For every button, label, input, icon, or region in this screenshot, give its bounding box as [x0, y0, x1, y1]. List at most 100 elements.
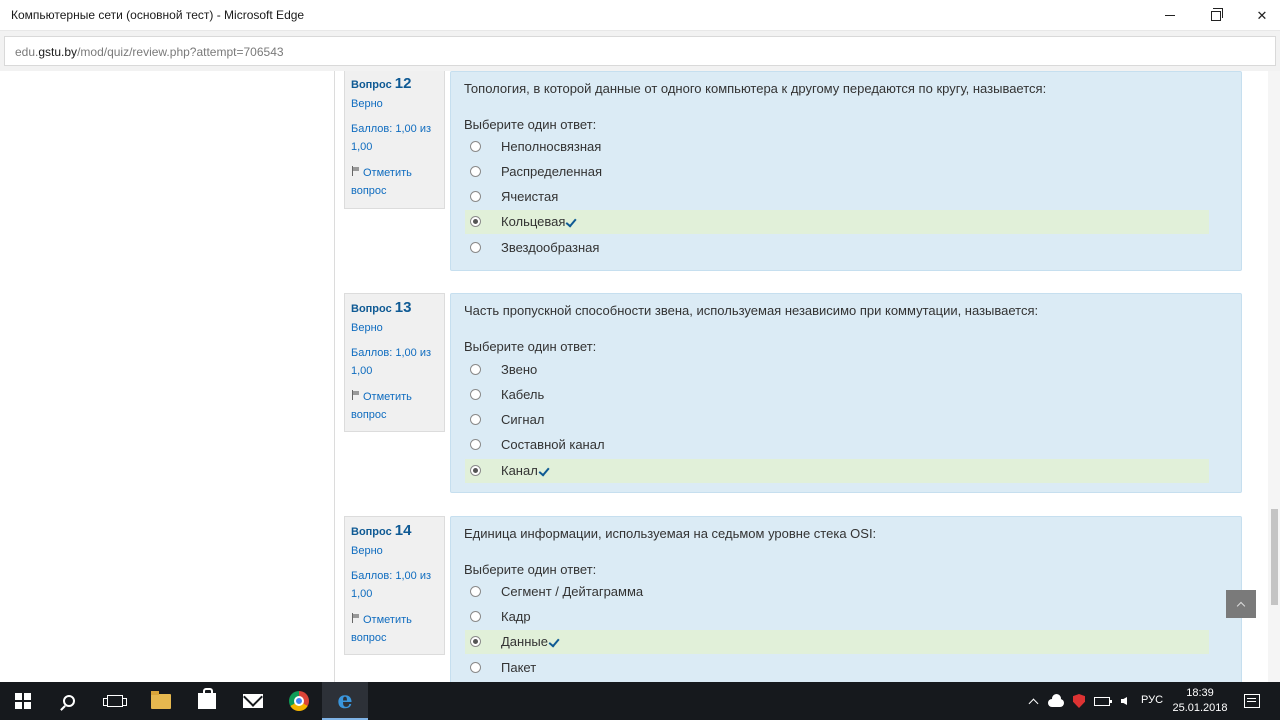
radio-button[interactable] — [470, 141, 481, 152]
speaker-icon — [1121, 697, 1127, 705]
windows-logo-icon — [15, 693, 31, 709]
task-view-button[interactable] — [92, 682, 138, 720]
radio-button[interactable] — [470, 414, 481, 425]
edge-button[interactable]: e — [322, 682, 368, 720]
flag-question-link[interactable]: Отметить вопрос — [351, 611, 438, 647]
answer-prompt: Выберите один ответ: — [464, 339, 597, 354]
maximize-button[interactable] — [1193, 0, 1239, 31]
question-info: Вопрос 12 Верно Баллов: 1,00 из 1,00 Отм… — [344, 71, 445, 209]
minimize-icon — [1165, 15, 1175, 16]
store-button[interactable] — [184, 682, 230, 720]
answer-prompt: Выберите один ответ: — [464, 562, 597, 577]
file-explorer-button[interactable] — [138, 682, 184, 720]
correct-check-icon — [566, 218, 578, 226]
question-grade: Баллов: 1,00 из 1,00 — [351, 123, 432, 153]
correct-check-icon — [539, 467, 551, 475]
battery-icon — [1094, 696, 1112, 706]
task-view-icon — [103, 695, 127, 707]
answer-option[interactable]: Звено — [465, 358, 1209, 382]
radio-button-checked[interactable] — [470, 465, 481, 476]
answer-option[interactable]: Кадр — [465, 605, 1209, 629]
answer-option[interactable]: Сегмент / Дейтаграмма — [465, 580, 1209, 604]
volume-tray[interactable] — [1116, 682, 1132, 720]
question-text: Часть пропускной способности звена, испо… — [464, 303, 1039, 318]
back-to-top-button[interactable] — [1226, 590, 1256, 618]
onedrive-tray[interactable] — [1046, 682, 1066, 720]
question-info: Вопрос 14 Верно Баллов: 1,00 из 1,00 Отм… — [344, 516, 445, 655]
url-text: edu.gstu.by/mod/quiz/review.php?attempt=… — [15, 45, 284, 59]
antivirus-tray[interactable] — [1070, 682, 1088, 720]
clock[interactable]: 18:39 25.01.2018 — [1164, 686, 1236, 716]
chrome-button[interactable] — [276, 682, 322, 720]
battery-tray[interactable] — [1092, 682, 1112, 720]
minimize-button[interactable] — [1147, 0, 1193, 31]
question-state: Верно — [351, 545, 383, 557]
answer-option[interactable]: Составной канал — [465, 433, 1209, 457]
close-button[interactable]: ✕ — [1239, 0, 1280, 31]
radio-button[interactable] — [470, 586, 481, 597]
language-indicator[interactable]: РУС — [1141, 694, 1163, 706]
notification-icon — [1244, 694, 1260, 708]
answer-option[interactable]: Распределенная — [465, 160, 1209, 184]
chevron-up-icon — [1028, 698, 1038, 708]
clock-time: 18:39 — [1186, 687, 1214, 699]
column-divider — [334, 71, 335, 682]
answer-option[interactable]: Пакет — [465, 656, 1209, 680]
radio-button[interactable] — [470, 364, 481, 375]
question-number: Вопрос 12 — [351, 75, 412, 92]
answer-option-selected[interactable]: Кольцевая — [465, 210, 1209, 234]
page-content: Вопрос 12 Верно Баллов: 1,00 из 1,00 Отм… — [0, 71, 1268, 682]
answer-option[interactable]: Ячеистая — [465, 185, 1209, 209]
answer-option[interactable]: Сигнал — [465, 408, 1209, 432]
close-icon: ✕ — [1256, 7, 1268, 23]
start-button[interactable] — [0, 682, 46, 720]
window-title: Компьютерные сети (основной тест) - Micr… — [11, 8, 305, 22]
answer-option-selected[interactable]: Данные — [465, 630, 1209, 654]
mail-button[interactable] — [230, 682, 276, 720]
correct-check-icon — [549, 638, 561, 646]
edge-icon: e — [337, 685, 353, 714]
scrollbar-thumb[interactable] — [1271, 509, 1278, 605]
radio-button[interactable] — [470, 166, 481, 177]
answer-prompt: Выберите один ответ: — [464, 117, 597, 132]
question-state: Верно — [351, 322, 383, 334]
clock-date: 25.01.2018 — [1172, 702, 1228, 714]
search-icon — [63, 695, 75, 707]
question-content: Часть пропускной способности звена, испо… — [450, 293, 1242, 493]
cloud-icon — [1048, 694, 1064, 707]
folder-icon — [151, 690, 171, 709]
radio-button[interactable] — [470, 439, 481, 450]
vertical-scrollbar[interactable] — [1268, 71, 1280, 682]
radio-button[interactable] — [470, 242, 481, 253]
question-content: Единица информации, используемая на седь… — [450, 516, 1242, 682]
url-input[interactable]: edu.gstu.by/mod/quiz/review.php?attempt=… — [4, 36, 1276, 66]
window-titlebar: Компьютерные сети (основной тест) - Micr… — [0, 0, 1280, 31]
question-grade: Баллов: 1,00 из 1,00 — [351, 347, 432, 377]
flag-question-link[interactable]: Отметить вопрос — [351, 164, 438, 200]
store-icon — [198, 688, 216, 709]
answer-option[interactable]: Кабель — [465, 383, 1209, 407]
question-text: Единица информации, используемая на седь… — [464, 526, 877, 541]
show-hidden-icons-button[interactable] — [1024, 682, 1042, 720]
question-state: Верно — [351, 98, 383, 110]
flag-icon — [351, 166, 360, 176]
answer-option-selected[interactable]: Канал — [465, 459, 1209, 483]
restore-icon — [1211, 7, 1223, 21]
mail-icon — [243, 694, 263, 708]
search-button[interactable] — [46, 682, 92, 720]
radio-button[interactable] — [470, 191, 481, 202]
question-grade: Баллов: 1,00 из 1,00 — [351, 570, 432, 600]
radio-button-checked[interactable] — [470, 636, 481, 647]
flag-icon — [351, 390, 360, 400]
answer-option[interactable]: Неполносвязная — [465, 135, 1209, 159]
flag-question-link[interactable]: Отметить вопрос — [351, 388, 438, 424]
question-info: Вопрос 13 Верно Баллов: 1,00 из 1,00 Отм… — [344, 293, 445, 432]
radio-button[interactable] — [470, 611, 481, 622]
radio-button-checked[interactable] — [470, 216, 481, 227]
answer-option[interactable]: Звездообразная — [465, 236, 1209, 260]
radio-button[interactable] — [470, 389, 481, 400]
chevron-up-icon — [1236, 601, 1246, 610]
radio-button[interactable] — [470, 662, 481, 673]
shield-icon — [1073, 694, 1085, 708]
action-center-button[interactable] — [1240, 682, 1264, 720]
